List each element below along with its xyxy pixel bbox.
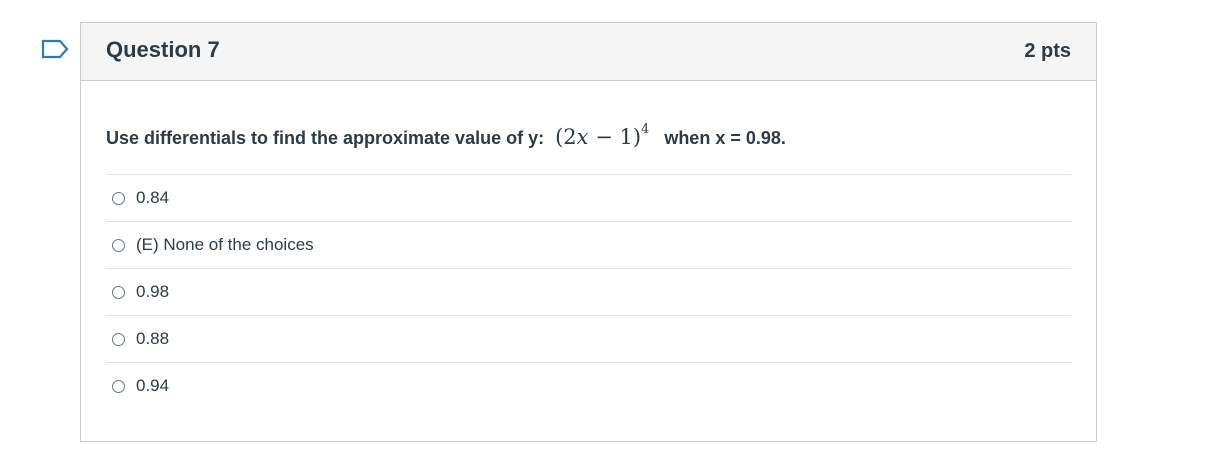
math-exponent: 4 xyxy=(641,122,650,137)
question-points: 2 pts xyxy=(1024,40,1071,62)
question-text-suffix: when x = 0.98. xyxy=(664,128,786,148)
radio-button[interactable] xyxy=(112,238,125,252)
math-rest: − 1) xyxy=(588,125,642,149)
math-expression: (2x − 1)4 xyxy=(555,122,650,149)
question-body: Use differentials to find the approximat… xyxy=(106,80,1071,425)
radio-button[interactable] xyxy=(112,191,125,205)
answer-label[interactable]: 0.88 xyxy=(136,329,169,349)
question-text: Use differentials to find the approximat… xyxy=(106,118,1071,153)
answer-option[interactable]: 0.94 xyxy=(106,362,1071,409)
flag-question-icon[interactable] xyxy=(41,39,70,59)
question-header: Question 7 2 pts xyxy=(81,23,1096,81)
math-variable: x xyxy=(576,125,589,149)
math-open: (2 xyxy=(555,125,577,149)
question-text-prefix: Use differentials to find the approximat… xyxy=(106,128,545,148)
radio-button[interactable] xyxy=(112,332,125,346)
quiz-page: Question 7 2 pts Use differentials to fi… xyxy=(0,0,1212,457)
answer-option[interactable]: 0.88 xyxy=(106,315,1071,362)
answer-label[interactable]: 0.84 xyxy=(136,188,169,208)
answer-label[interactable]: 0.98 xyxy=(136,282,169,302)
answer-label[interactable]: 0.94 xyxy=(136,376,169,396)
question-title: Question 7 xyxy=(106,37,220,62)
answer-label[interactable]: (E) None of the choices xyxy=(136,235,314,255)
question-card: Question 7 2 pts Use differentials to fi… xyxy=(80,22,1097,442)
answer-option[interactable]: 0.98 xyxy=(106,268,1071,315)
answer-option[interactable]: 0.84 xyxy=(106,174,1071,221)
radio-button[interactable] xyxy=(112,285,125,299)
answer-list: 0.84 (E) None of the choices 0.98 0.88 0… xyxy=(106,174,1071,409)
answer-option[interactable]: (E) None of the choices xyxy=(106,221,1071,268)
radio-button[interactable] xyxy=(112,379,125,393)
